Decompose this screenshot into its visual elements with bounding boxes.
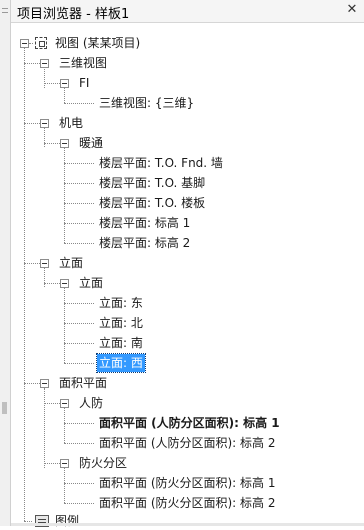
tree-connector [64, 183, 94, 184]
tree-connector [44, 128, 45, 147]
collapse-toggle[interactable] [60, 399, 69, 408]
tree-connector [64, 483, 94, 484]
tree-item-elevation[interactable]: 立面: 东 [97, 294, 145, 312]
tree-connector [44, 388, 45, 468]
tree-node-fire-zone[interactable]: 防火分区 [77, 454, 129, 472]
tree-node-elevation-type[interactable]: 立面 [77, 274, 105, 292]
tree-item-floor-plan[interactable]: 楼层平面: 标高 1 [97, 214, 192, 232]
close-icon[interactable]: ✕ [344, 2, 360, 18]
collapse-toggle[interactable] [40, 119, 49, 128]
tree-item-floor-plan[interactable]: 楼层平面: 标高 2 [97, 234, 192, 252]
tree-connector [64, 163, 94, 164]
dock-grip[interactable] [2, 402, 7, 414]
collapse-toggle[interactable] [40, 59, 49, 68]
tree-connector [24, 521, 32, 522]
window-title: 项目浏览器 - 样板1 [17, 7, 130, 22]
collapse-toggle[interactable] [60, 79, 69, 88]
tree-connector [44, 268, 45, 287]
tree-item-area-plan[interactable]: 面积平面 (防火分区面积): 标高 1 [97, 474, 278, 492]
tree-connector [64, 443, 94, 444]
collapse-toggle[interactable] [20, 39, 29, 48]
tree-connector [29, 43, 33, 44]
tree-connector [64, 288, 65, 363]
tree-node-views-root[interactable]: 视图 (某某项目) [53, 34, 142, 52]
tree-connector [64, 203, 94, 204]
tree-item-elevation[interactable]: 立面: 北 [97, 314, 145, 332]
collapse-toggle[interactable] [40, 379, 49, 388]
tree-item-floor-plan[interactable]: 楼层平面: T.O. 基脚 [97, 174, 207, 192]
tree-connector [64, 343, 94, 344]
dock-tick [2, 12, 8, 13]
tree-connector [64, 423, 94, 424]
project-browser-tree: 视图 (某某项目) 三维视图 FI 三维视图: {三维} 机电 暖通 楼层平面:… [11, 23, 364, 528]
tree-connector [64, 103, 94, 104]
tree-connector [64, 363, 94, 364]
tree-item-floor-plan[interactable]: 楼层平面: T.O. Fnd. 墙 [97, 154, 225, 172]
tree-item-floor-plan[interactable]: 楼层平面: T.O. 楼板 [97, 194, 207, 212]
tree-item-area-plan[interactable]: 面积平面 (人防分区面积): 标高 2 [97, 434, 278, 452]
tree-connector [64, 323, 94, 324]
collapse-toggle[interactable] [60, 459, 69, 468]
tree-connector [64, 503, 94, 504]
tree-node-hvac[interactable]: 暖通 [77, 134, 105, 152]
tree-item-elevation[interactable]: 立面: 南 [97, 334, 145, 352]
tree-node-civil-defense[interactable]: 人防 [77, 394, 105, 412]
tree-item-3d-view[interactable]: 三维视图: {三维} [97, 94, 196, 112]
tree-connector [64, 243, 94, 244]
tree-item-elevation-selected[interactable]: 立面: 西 [96, 353, 146, 373]
tree-connector [64, 223, 94, 224]
collapse-toggle[interactable] [60, 139, 69, 148]
tree-connector [24, 47, 25, 521]
tree-item-area-plan-active[interactable]: 面积平面 (人防分区面积): 标高 1 [97, 414, 282, 432]
tree-connector [64, 408, 65, 443]
dock-tick [2, 8, 8, 9]
left-dock-strip [0, 0, 11, 526]
collapse-toggle[interactable] [40, 259, 49, 268]
tree-node-mep[interactable]: 机电 [57, 114, 85, 132]
tree-node-elevations[interactable]: 立面 [57, 254, 85, 272]
tree-node-3d-views[interactable]: 三维视图 [57, 54, 109, 72]
tree-node-fi[interactable]: FI [77, 74, 91, 92]
tree-node-legends[interactable]: 图例 [53, 512, 81, 530]
views-root-icon [35, 37, 47, 49]
collapse-toggle[interactable] [60, 279, 69, 288]
tree-connector [64, 303, 94, 304]
tree-node-area-plans[interactable]: 面积平面 [57, 374, 109, 392]
tree-connector [64, 468, 65, 503]
tree-item-area-plan[interactable]: 面积平面 (防火分区面积): 标高 2 [97, 494, 278, 512]
project-browser-titlebar: 项目浏览器 - 样板1 ✕ [11, 0, 364, 23]
